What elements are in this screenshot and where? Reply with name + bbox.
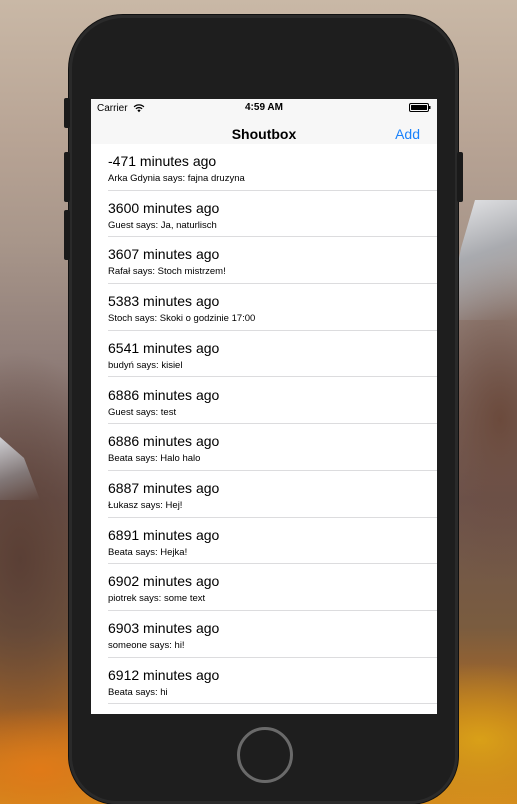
message-text: Beata says: hi — [108, 686, 168, 698]
message-time: 6902 minutes ago — [108, 573, 220, 590]
status-time: 4:59 AM — [245, 102, 283, 113]
add-button[interactable]: Add — [395, 126, 420, 142]
list-item[interactable]: 6902 minutes ago piotrek says: some text — [91, 564, 437, 611]
battery-icon — [409, 103, 431, 112]
list-item[interactable]: 6887 minutes ago Łukasz says: Hej! — [91, 470, 437, 518]
message-text: Łukasz says: Hej! — [108, 499, 183, 511]
list-item[interactable]: 6886 minutes ago Beata says: Halo halo — [91, 424, 437, 471]
message-time: 3607 minutes ago — [108, 246, 220, 263]
message-time: 6886 minutes ago — [108, 386, 220, 403]
list-item[interactable]: 6912 minutes ago Beata says: hi — [91, 657, 437, 705]
message-time: 6887 minutes ago — [108, 479, 220, 496]
volume-up-button — [64, 152, 70, 202]
list-item[interactable]: 6903 minutes ago someone says: hi! — [91, 611, 437, 658]
message-time: 6903 minutes ago — [108, 620, 220, 636]
message-time: 3600 minutes ago — [108, 199, 220, 216]
message-text: Guest says: Ja, naturlisch — [108, 219, 217, 231]
list-item[interactable]: 3600 minutes ago Guest says: Ja, naturlis… — [91, 190, 437, 238]
message-text: Beata says: Hejka! — [108, 546, 188, 558]
message-text: piotrek says: some text — [108, 593, 206, 605]
message-text: Beata says: Halo halo — [108, 453, 201, 465]
page-title: Shoutbox — [231, 126, 297, 142]
message-text: budyń says: kisiel — [108, 359, 183, 371]
row-separator — [108, 703, 437, 705]
message-time: 6912 minutes ago — [108, 666, 220, 683]
message-text: Arka Gdynia says: fajna druzyna — [108, 173, 245, 184]
message-text: Rafał says: Stoch mistrzem! — [108, 266, 226, 278]
mute-switch — [64, 98, 70, 128]
message-text: Stoch says: Skoki o godzinie 17:00 — [108, 313, 256, 325]
list-item[interactable]: 3607 minutes ago Rafał says: Stoch mistrz… — [91, 237, 437, 285]
mountain-snow-left — [0, 437, 40, 500]
message-time: 6541 minutes ago — [108, 339, 220, 356]
list-item[interactable]: 6891 minutes ago Beata says: Hejka! — [91, 517, 437, 565]
list-item[interactable]: 5383 minutes ago Stoch says: Skoki o godz… — [91, 284, 437, 331]
list-item[interactable]: 6541 minutes ago budyń says: kisiel — [91, 330, 437, 378]
message-time: 5383 minutes ago — [108, 293, 220, 310]
list-item[interactable]: 6886 minutes ago Guest says: test — [91, 377, 437, 425]
message-text: Guest says: test — [108, 406, 177, 418]
message-time: -471 minutes ago — [108, 153, 217, 169]
home-button[interactable] — [237, 727, 293, 783]
status-bar: Carrier 4:59 AM — [91, 99, 437, 117]
power-button — [457, 152, 463, 202]
message-time: 6891 minutes ago — [108, 526, 220, 543]
message-time: 6886 minutes ago — [108, 433, 220, 450]
message-text: someone says: hi! — [108, 640, 185, 651]
list-item[interactable]: -471 minutes ago Arka Gdynia says: fajna … — [91, 144, 437, 191]
volume-down-button — [64, 210, 70, 260]
app-screen: Carrier 4:59 AM Shoutbox Add -471 minute… — [91, 99, 437, 714]
